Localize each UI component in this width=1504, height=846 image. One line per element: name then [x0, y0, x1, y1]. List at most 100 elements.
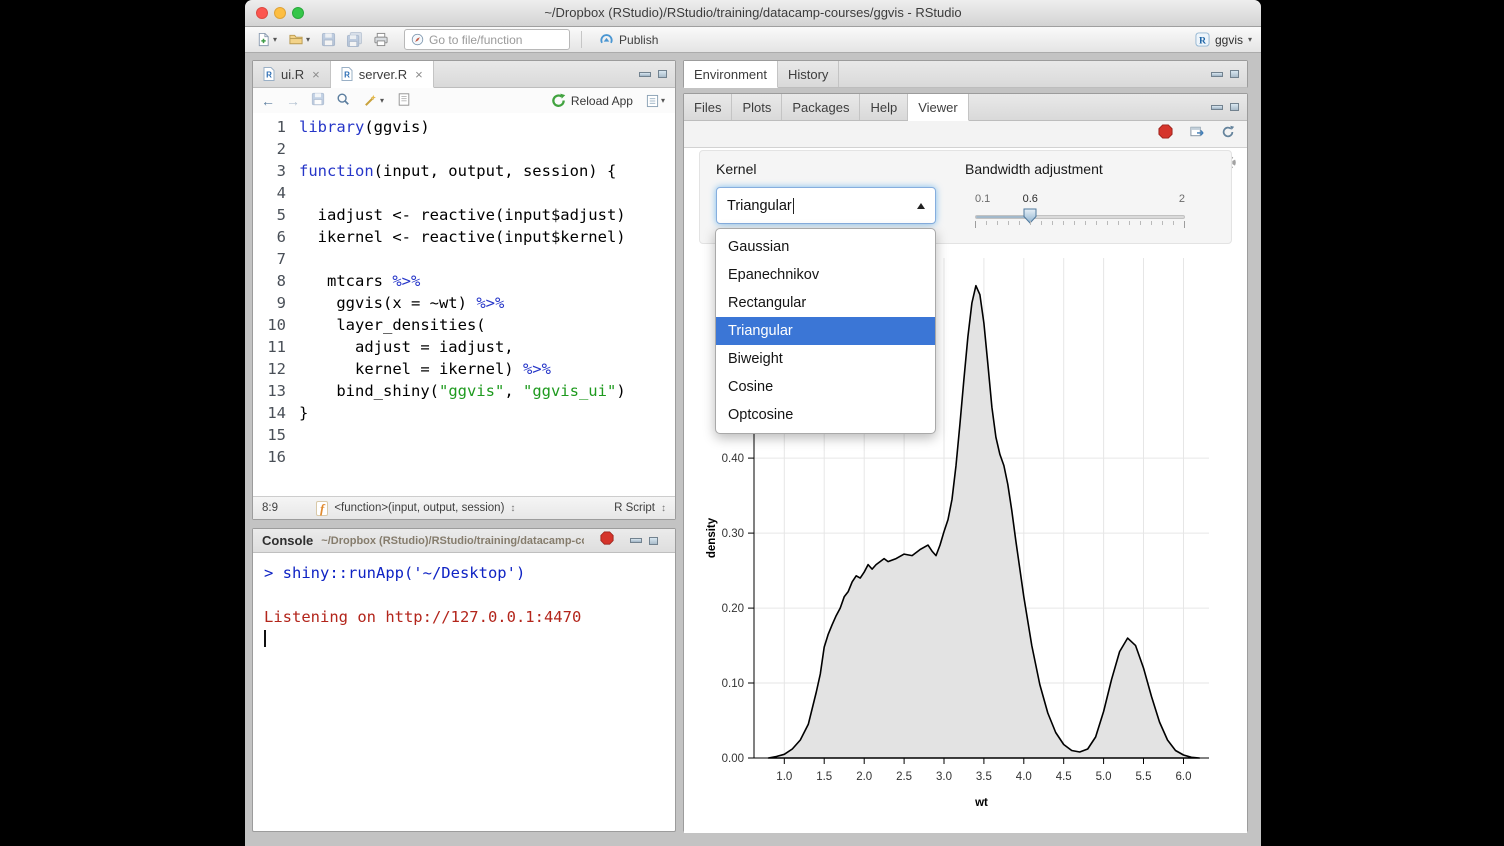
- print-button[interactable]: [371, 31, 391, 48]
- maximize-pane-icon[interactable]: [1230, 70, 1239, 78]
- tab-plots[interactable]: Plots: [732, 94, 782, 120]
- close-tab-icon[interactable]: ×: [415, 67, 423, 82]
- code-line[interactable]: 14}: [253, 402, 675, 424]
- code-line[interactable]: 1library(ggvis): [253, 116, 675, 138]
- reload-app-button[interactable]: Reload App: [551, 93, 633, 108]
- slider-tick: [1041, 221, 1042, 225]
- slider-tick: [1052, 221, 1053, 225]
- function-scope-icon: f: [316, 501, 328, 516]
- main-toolbar: ▾ ▾ Go to file/function Publish R ggvis …: [245, 27, 1261, 53]
- tab-viewer[interactable]: Viewer: [908, 94, 969, 121]
- tab-ui-r[interactable]: R ui.R ×: [253, 61, 331, 87]
- new-file-button[interactable]: ▾: [254, 31, 279, 48]
- slider-track[interactable]: [975, 215, 1185, 219]
- viewer-pane: Files Plots Packages Help Viewer: [683, 93, 1248, 832]
- svg-text:0.40: 0.40: [722, 453, 744, 465]
- tab-files[interactable]: Files: [684, 94, 732, 120]
- code-editor[interactable]: 1library(ggvis)2 3function(input, output…: [253, 113, 675, 497]
- compile-notebook-icon[interactable]: [397, 92, 411, 110]
- console[interactable]: > shiny::runApp('~/Desktop') Listening o…: [253, 553, 675, 656]
- titlebar[interactable]: ~/Dropbox (RStudio)/RStudio/training/dat…: [245, 0, 1261, 27]
- code-tools-button[interactable]: ▾: [361, 92, 386, 109]
- code-line[interactable]: 2: [253, 138, 675, 160]
- minimize-pane-icon[interactable]: [1211, 105, 1223, 110]
- svg-text:6.0: 6.0: [1176, 771, 1192, 783]
- line-content: bind_shiny("ggvis", "ggvis_ui"): [299, 380, 626, 402]
- find-replace-icon[interactable]: [336, 92, 350, 109]
- code-line[interactable]: 9 ggvis(x = ~wt) %>%: [253, 292, 675, 314]
- tab-history[interactable]: History: [778, 61, 839, 87]
- kernel-option-epanechnikov[interactable]: Epanechnikov: [716, 261, 935, 289]
- publish-button[interactable]: Publish: [599, 32, 658, 47]
- code-line[interactable]: 7: [253, 248, 675, 270]
- save-all-button[interactable]: [345, 31, 364, 48]
- kernel-option-optcosine[interactable]: Optcosine: [716, 401, 935, 429]
- zoom-window-button[interactable]: [292, 7, 304, 19]
- kernel-option-rectangular[interactable]: Rectangular: [716, 289, 935, 317]
- kernel-option-gaussian[interactable]: Gaussian: [716, 233, 935, 261]
- forward-icon[interactable]: →: [286, 93, 300, 109]
- code-line[interactable]: 12 kernel = ikernel) %>%: [253, 358, 675, 380]
- line-number: 8: [253, 270, 299, 292]
- svg-text:4.0: 4.0: [1016, 771, 1032, 783]
- caret-down-icon: ▾: [661, 97, 665, 105]
- code-line[interactable]: 15: [253, 424, 675, 446]
- console-pane: Console ~/Dropbox (RStudio)/RStudio/trai…: [252, 528, 676, 832]
- kernel-option-biweight[interactable]: Biweight: [716, 345, 935, 373]
- code-line[interactable]: 16: [253, 446, 675, 468]
- tab-packages[interactable]: Packages: [782, 94, 860, 120]
- open-file-button[interactable]: ▾: [286, 31, 312, 48]
- editor-toolbar: ← → ▾ Reload App ▾: [253, 88, 675, 114]
- svg-text:3.0: 3.0: [936, 771, 952, 783]
- maximize-pane-icon[interactable]: [658, 70, 667, 78]
- minimize-window-button[interactable]: [274, 7, 286, 19]
- save-source-icon[interactable]: [311, 92, 325, 109]
- line-number: 4: [253, 182, 299, 204]
- maximize-pane-icon[interactable]: [1230, 103, 1239, 111]
- console-cursor: [264, 630, 266, 647]
- bandwidth-slider[interactable]: 0.1 0.6 2: [975, 193, 1185, 237]
- kernel-option-cosine[interactable]: Cosine: [716, 373, 935, 401]
- slider-tick: [1085, 221, 1086, 225]
- scope-indicator[interactable]: <function>(input, output, session): [334, 502, 504, 514]
- minimize-pane-icon[interactable]: [639, 72, 651, 77]
- slider-tick: [975, 221, 976, 228]
- code-line[interactable]: 13 bind_shiny("ggvis", "ggvis_ui"): [253, 380, 675, 402]
- minimize-pane-icon[interactable]: [1211, 72, 1223, 77]
- goto-file-input[interactable]: Go to file/function: [404, 29, 570, 50]
- code-line[interactable]: 3function(input, output, session) {: [253, 160, 675, 182]
- publish-label: Publish: [619, 33, 658, 47]
- refresh-viewer-icon[interactable]: [1221, 125, 1235, 144]
- tab-server-r[interactable]: R server.R ×: [331, 61, 434, 88]
- project-menu-button[interactable]: R ggvis ▾: [1195, 32, 1252, 47]
- stop-app-icon[interactable]: [1158, 124, 1173, 144]
- svg-text:1.0: 1.0: [776, 771, 792, 783]
- code-line[interactable]: 6 ikernel <- reactive(input$kernel): [253, 226, 675, 248]
- source-menu-button[interactable]: ▾: [644, 93, 667, 109]
- kernel-select[interactable]: Triangular: [716, 187, 936, 224]
- open-in-new-window-icon[interactable]: [1189, 124, 1205, 144]
- kernel-option-triangular[interactable]: Triangular: [716, 317, 935, 345]
- console-title[interactable]: Console: [262, 533, 313, 548]
- tab-help[interactable]: Help: [860, 94, 908, 120]
- maximize-pane-icon[interactable]: [649, 537, 658, 545]
- document-type-selector[interactable]: R Script: [614, 502, 655, 514]
- svg-text:3.5: 3.5: [976, 771, 992, 783]
- slider-tick: [1008, 221, 1009, 225]
- back-icon[interactable]: ←: [261, 93, 275, 109]
- svg-text:5.5: 5.5: [1136, 771, 1152, 783]
- minimize-pane-icon[interactable]: [630, 538, 642, 543]
- close-tab-icon[interactable]: ×: [312, 67, 320, 82]
- slider-tick: [1030, 221, 1031, 225]
- stop-execution-icon[interactable]: [600, 531, 614, 550]
- svg-text:0.20: 0.20: [722, 603, 744, 615]
- tab-environment[interactable]: Environment: [684, 61, 778, 88]
- code-line[interactable]: 11 adjust = iadjust,: [253, 336, 675, 358]
- line-content: [299, 182, 308, 204]
- close-window-button[interactable]: [256, 7, 268, 19]
- code-line[interactable]: 10 layer_densities(: [253, 314, 675, 336]
- code-line[interactable]: 8 mtcars %>%: [253, 270, 675, 292]
- code-line[interactable]: 5 iadjust <- reactive(input$adjust): [253, 204, 675, 226]
- code-line[interactable]: 4: [253, 182, 675, 204]
- save-button[interactable]: [319, 31, 338, 48]
